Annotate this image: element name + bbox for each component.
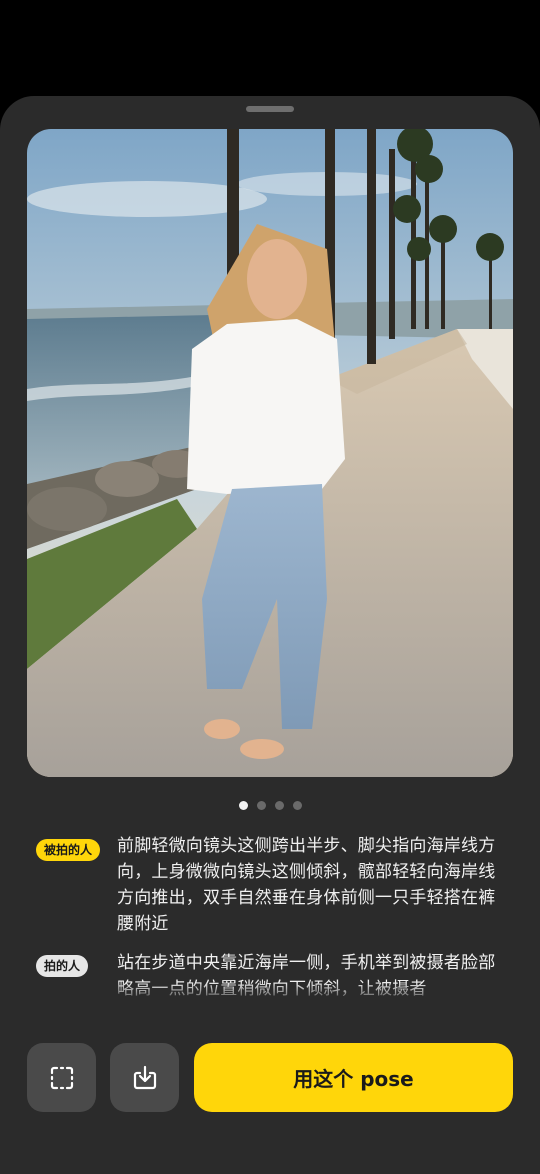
crop-frame-icon (50, 1066, 73, 1089)
subject-tip-text: 前脚轻微向镜头这侧跨出半步、脚尖指向海岸线方向，上身微微向镜头这侧倾斜，髋部轻轻… (117, 836, 496, 934)
beach-portrait-image (27, 129, 513, 777)
subject-role-badge: 被拍的人 (36, 839, 101, 861)
drag-handle[interactable] (246, 106, 294, 112)
carousel-dot-2[interactable] (256, 801, 266, 810)
text-fade (0, 982, 540, 1004)
photographer-role-badge: 拍的人 (36, 955, 89, 977)
save-button[interactable] (110, 1043, 179, 1112)
pose-photo[interactable] (27, 129, 513, 777)
pose-sheet: 被拍的人 前脚轻微向镜头这侧跨出半步、脚尖指向海岸线方向，上身微微向镜头这侧倾斜… (0, 96, 540, 1174)
carousel-dot-1[interactable] (238, 801, 248, 810)
carousel-dot-3[interactable] (274, 801, 284, 810)
crop-button[interactable] (27, 1043, 96, 1112)
carousel-dot-4[interactable] (292, 801, 302, 810)
download-icon (133, 1065, 156, 1089)
use-pose-button[interactable]: 用这个 pose (194, 1043, 513, 1112)
carousel-indicator (0, 801, 540, 811)
